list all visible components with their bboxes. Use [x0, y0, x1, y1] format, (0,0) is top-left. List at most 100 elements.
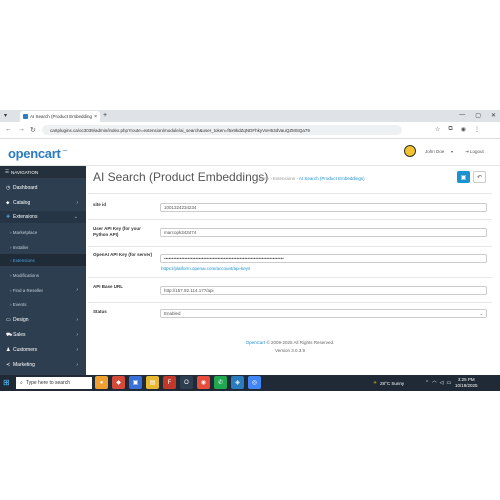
tab-favicon-icon: [23, 114, 28, 119]
chevron-up-icon[interactable]: ⌃: [425, 380, 429, 386]
profile-icon[interactable]: ◉: [461, 126, 466, 133]
breadcrumb-extensions[interactable]: Extensions: [273, 176, 295, 181]
chevron-right-icon: ›: [76, 362, 78, 368]
sidebar-item-sales[interactable]: ⛟ Sales ›: [0, 329, 86, 341]
taskbar-weather[interactable]: ☀ 28°C Sunny: [373, 380, 404, 386]
menu-icon[interactable]: ⋮: [474, 126, 480, 133]
code-editor-icon[interactable]: ◈: [231, 376, 244, 389]
breadcrumb-home[interactable]: Home: [257, 176, 269, 181]
openai-api-key-value: ••••••••••••••••••••••••••••••••••••••••…: [164, 256, 284, 261]
sidebar-item-label: Design: [13, 317, 29, 323]
sidebar-item-marketplace[interactable]: › Marketplace: [0, 226, 86, 238]
sidebar-item-extensions-sub[interactable]: › Extensions: [0, 254, 86, 266]
back-button[interactable]: ↶: [473, 171, 486, 183]
status-value: Enabled: [164, 311, 181, 316]
puzzle-icon: ✚: [6, 214, 11, 220]
opera-icon[interactable]: O: [180, 376, 193, 389]
back-arrow-icon[interactable]: ←: [5, 126, 12, 133]
footer-copyright-text: © 2009-2025 All Rights Reserved.: [266, 340, 335, 345]
sidebar-item-customers[interactable]: ♟ Customers ›: [0, 344, 86, 356]
minimize-icon[interactable]: —: [459, 112, 465, 119]
task-view-icon[interactable]: ▣: [129, 376, 142, 389]
site-id-input[interactable]: 1001324234234: [160, 203, 487, 212]
tab-list-icon[interactable]: ▾: [4, 112, 7, 119]
tab-title: AI Search (Product Embeddings): [30, 114, 93, 119]
new-tab-button[interactable]: +: [103, 112, 107, 119]
sidebar-heading-label: NAVIGATION: [11, 169, 39, 175]
forward-arrow-icon[interactable]: →: [18, 126, 25, 133]
media-app-icon[interactable]: ◉: [197, 376, 210, 389]
sidebar-item-installer[interactable]: › Installer: [0, 241, 86, 253]
api-base-url-value: http://157.92.114.177/api: [164, 288, 214, 293]
battery-icon[interactable]: ▭: [446, 380, 451, 386]
breadcrumb-current[interactable]: AI Search (Product Embeddings): [299, 176, 365, 181]
user-name-dropdown[interactable]: John Doe: [425, 149, 444, 154]
filezilla-icon[interactable]: F: [163, 376, 176, 389]
game-app-icon[interactable]: ◆: [112, 376, 125, 389]
tag-icon: ⬥: [6, 200, 10, 206]
sidebar-item-find-reseller[interactable]: › Find a Reseller ›: [0, 284, 86, 296]
whatsapp-icon[interactable]: ✆: [214, 376, 227, 389]
browser-toolbar-icons: ☆ ⧉ ◉ ⋮: [435, 126, 480, 133]
save-button[interactable]: ▣: [457, 171, 470, 183]
openai-keys-link[interactable]: https://platform.openai.com/account/api-…: [161, 266, 250, 271]
divider: [88, 277, 492, 278]
sun-icon: ☀: [373, 380, 378, 385]
url-text: cartplugins.ca/oc3039/admin/index.php?ro…: [50, 127, 310, 133]
reply-icon: ↶: [476, 174, 483, 181]
divider: [88, 246, 492, 247]
footer-opencart-link[interactable]: OpenCart: [246, 340, 266, 345]
sidebar-item-marketing[interactable]: ≺ Marketing ›: [0, 359, 86, 371]
file-explorer-icon[interactable]: ▤: [146, 376, 159, 389]
sidebar-item-extensions[interactable]: ✚ Extensions ⌄: [0, 211, 86, 223]
network-icon[interactable]: ◠: [432, 380, 436, 386]
user-api-key-input[interactable]: marcopk343474: [160, 228, 487, 237]
screen-bottom-margin: [0, 391, 500, 500]
avatar[interactable]: [404, 145, 416, 157]
sidebar-item-label: Modifications: [12, 272, 40, 278]
chevron-right-icon: ›: [76, 347, 78, 353]
user-api-key-label: User API Key (for your Python API): [93, 226, 141, 237]
desktop-icon: ▭: [6, 317, 11, 323]
reload-icon[interactable]: ↻: [30, 126, 36, 134]
sidebar-item-label: Events: [12, 301, 27, 307]
chrome-icon[interactable]: ◎: [248, 376, 261, 389]
extensions-icon[interactable]: ⧉: [448, 126, 452, 133]
volume-icon[interactable]: ◁: [440, 380, 444, 386]
sidebar-item-catalog[interactable]: ⬥ Catalog ›: [0, 197, 86, 209]
hamburger-icon: ☰: [5, 169, 10, 174]
taskbar-search-box[interactable]: ⌕ Type here to search: [16, 377, 92, 389]
url-input[interactable]: cartplugins.ca/oc3039/admin/index.php?ro…: [42, 125, 402, 135]
user-api-key-value: marcopk343474: [164, 230, 197, 235]
sidebar-item-label: Extensions: [12, 257, 35, 263]
status-select[interactable]: Enabled ⌄: [160, 309, 487, 318]
chevron-down-icon[interactable]: ▾: [451, 149, 453, 154]
bookmark-star-icon[interactable]: ☆: [435, 126, 440, 133]
weather-text: 28°C Sunny: [380, 380, 405, 386]
dashboard-icon: ◷: [6, 185, 11, 191]
sidebar-item-design[interactable]: ▭ Design ›: [0, 314, 86, 326]
api-base-url-input[interactable]: http://157.92.114.177/api: [160, 286, 487, 295]
cart-logo-icon: ⌣: [62, 145, 68, 155]
close-window-icon[interactable]: ✕: [491, 112, 496, 119]
close-tab-icon[interactable]: ×: [94, 114, 97, 120]
openai-api-key-input[interactable]: ••••••••••••••••••••••••••••••••••••••••…: [160, 254, 487, 263]
breadcrumb: Home › Extensions › AI Search (Product E…: [257, 176, 365, 181]
chevron-down-icon: ⌄: [73, 214, 78, 220]
sidebar-item-label: Marketplace: [12, 229, 38, 235]
logout-link[interactable]: ⇥ Logout: [465, 149, 484, 155]
sidebar-item-events[interactable]: › Events: [0, 298, 86, 310]
browser-tab[interactable]: AI Search (Product Embeddings) ×: [20, 111, 100, 122]
widget-app-icon[interactable]: ●: [95, 376, 108, 389]
opencart-logo[interactable]: opencart: [8, 146, 61, 161]
sidebar-item-label: Installer: [12, 244, 29, 250]
sidebar-item-label: Catalog: [13, 200, 31, 206]
sidebar-item-modifications[interactable]: › Modifications: [0, 269, 86, 281]
maximize-icon[interactable]: ▢: [475, 112, 481, 119]
chevron-right-icon: ›: [76, 317, 78, 323]
sidebar-item-label: Find a Reseller: [12, 287, 44, 293]
windows-start-icon[interactable]: ⊞: [3, 378, 10, 387]
sidebar-item-dashboard[interactable]: ◷ Dashboard: [0, 182, 86, 194]
taskbar-clock[interactable]: 3:25 PM 10/19/2025: [455, 377, 478, 389]
chevron-right-icon: ›: [76, 287, 78, 293]
